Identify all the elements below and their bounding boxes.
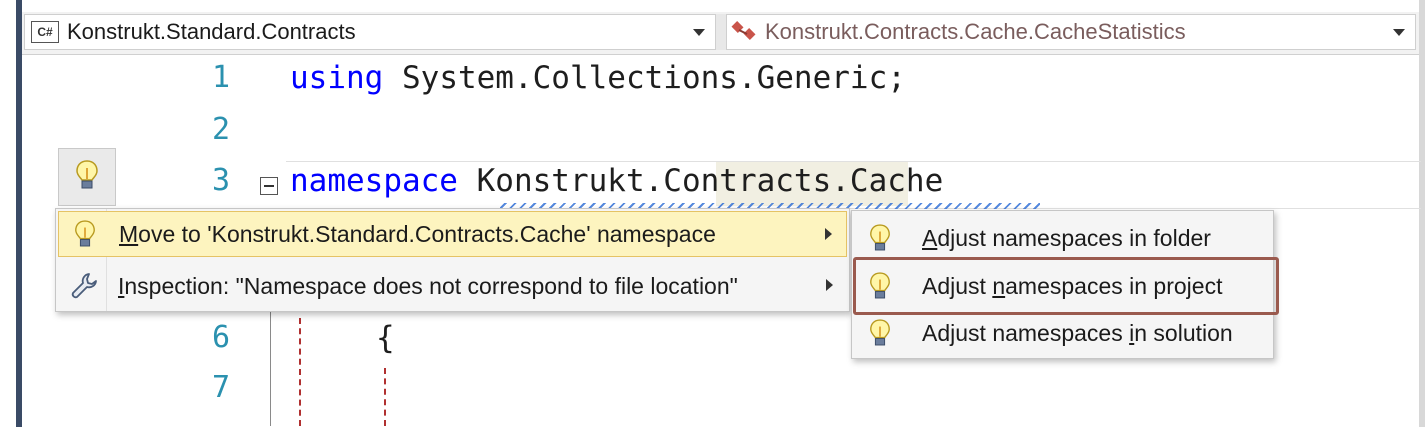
line-number: 1 bbox=[211, 60, 230, 95]
line-number: 3 bbox=[211, 163, 230, 198]
menu-item-label: Inspection: "Namespace does not correspo… bbox=[118, 272, 738, 299]
keyword: namespace bbox=[290, 163, 458, 199]
lightbulb-icon bbox=[860, 218, 900, 258]
lightbulb-gutter-button[interactable] bbox=[58, 148, 116, 206]
quick-fix-menu: Move to 'Konstrukt.Standard.Contracts.Ca… bbox=[55, 208, 850, 312]
lightbulb-icon bbox=[74, 159, 100, 196]
code-line-3[interactable]: namespace Konstrukt.Contracts.Cache bbox=[290, 163, 943, 199]
keyword: using bbox=[290, 60, 384, 96]
type-combo-value: Konstrukt.Contracts.Cache.CacheStatistic… bbox=[765, 19, 1186, 44]
chevron-right-icon bbox=[826, 279, 833, 291]
code-text: Konstrukt.Contracts.Cache bbox=[457, 163, 944, 199]
code-text: System.Collections.Generic; bbox=[383, 60, 906, 96]
menu-item-move-to-namespace[interactable]: Move to 'Konstrukt.Standard.Contracts.Ca… bbox=[58, 211, 847, 257]
line-number: 2 bbox=[211, 112, 230, 147]
navigation-bar: C# Konstrukt.Standard.Contracts Konstruk… bbox=[22, 12, 1419, 55]
outline-guide bbox=[270, 296, 271, 426]
indent-guide bbox=[384, 368, 386, 426]
lightbulb-icon bbox=[65, 214, 105, 254]
chevron-down-icon[interactable] bbox=[693, 29, 705, 36]
submenu-item-label: Adjust namespaces in solution bbox=[922, 319, 1233, 346]
csharp-file-icon: C# bbox=[31, 21, 59, 43]
chevron-down-icon[interactable] bbox=[1393, 29, 1405, 36]
submenu-item-solution[interactable]: Adjust namespaces in solution bbox=[854, 310, 1271, 356]
code-line-6[interactable]: { bbox=[376, 320, 395, 356]
combo-splitter[interactable] bbox=[716, 14, 726, 50]
submenu-item-label: Adjust namespaces in folder bbox=[922, 224, 1211, 251]
code-line-1[interactable]: using System.Collections.Generic; bbox=[290, 60, 906, 96]
line-number: 7 bbox=[211, 370, 230, 405]
project-combo[interactable]: C# Konstrukt.Standard.Contracts bbox=[24, 14, 716, 50]
wrench-icon bbox=[64, 266, 104, 306]
type-combo[interactable]: Konstrukt.Contracts.Cache.CacheStatistic… bbox=[726, 14, 1416, 50]
window-right-border bbox=[1419, 0, 1425, 427]
menu-item-label: Move to 'Konstrukt.Standard.Contracts.Ca… bbox=[119, 220, 716, 247]
chevron-right-icon bbox=[825, 228, 832, 240]
selected-item-outline bbox=[853, 257, 1279, 315]
lightbulb-icon bbox=[860, 313, 900, 353]
window-left-border bbox=[0, 0, 22, 427]
indent-guide bbox=[299, 318, 301, 426]
menu-item-inspection[interactable]: Inspection: "Namespace does not correspo… bbox=[58, 263, 847, 309]
submenu-item-folder[interactable]: Adjust namespaces in folder bbox=[854, 215, 1271, 261]
collapse-toggle[interactable] bbox=[260, 177, 278, 195]
line-number: 6 bbox=[211, 320, 230, 355]
class-icon bbox=[731, 20, 759, 44]
project-combo-value: Konstrukt.Standard.Contracts bbox=[67, 19, 356, 44]
